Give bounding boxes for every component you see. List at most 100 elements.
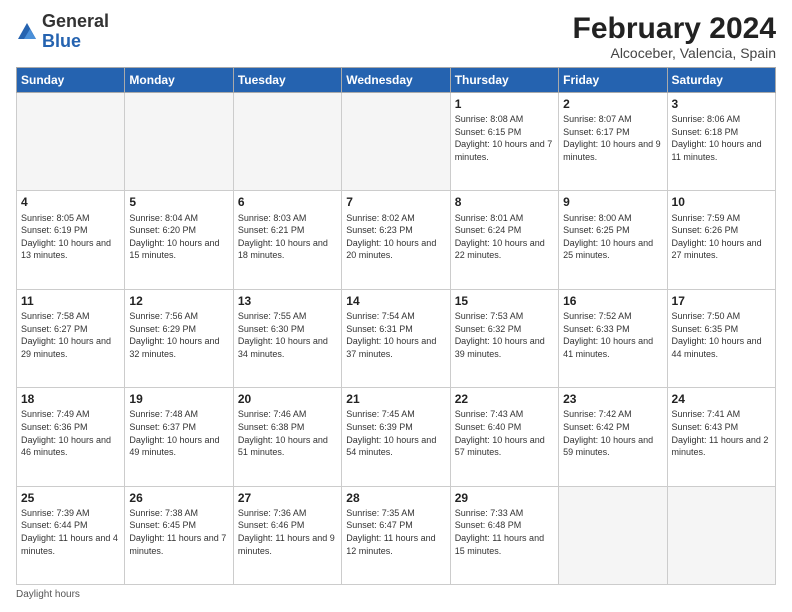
table-row: 3Sunrise: 8:06 AM Sunset: 6:18 PM Daylig… bbox=[667, 93, 775, 191]
calendar-page: General Blue February 2024 Alcoceber, Va… bbox=[0, 0, 792, 612]
day-number: 24 bbox=[672, 391, 771, 407]
col-wednesday: Wednesday bbox=[342, 68, 450, 93]
table-row bbox=[667, 486, 775, 584]
calendar-week-row: 18Sunrise: 7:49 AM Sunset: 6:36 PM Dayli… bbox=[17, 388, 776, 486]
day-number: 28 bbox=[346, 490, 445, 506]
col-saturday: Saturday bbox=[667, 68, 775, 93]
day-info: Sunrise: 7:54 AM Sunset: 6:31 PM Dayligh… bbox=[346, 310, 445, 360]
table-row: 4 Sunrise: 8:05 AM Sunset: 6:19 PM Daylig… bbox=[17, 191, 125, 289]
table-row: 17Sunrise: 7:50 AM Sunset: 6:35 PM Dayli… bbox=[667, 289, 775, 387]
day-info: Sunrise: 7:52 AM Sunset: 6:33 PM Dayligh… bbox=[563, 310, 662, 360]
table-row: 22Sunrise: 7:43 AM Sunset: 6:40 PM Dayli… bbox=[450, 388, 558, 486]
day-number: 10 bbox=[672, 194, 771, 210]
day-number: 14 bbox=[346, 293, 445, 309]
day-number: 26 bbox=[129, 490, 228, 506]
day-number: 22 bbox=[455, 391, 554, 407]
table-row: 12Sunrise: 7:56 AM Sunset: 6:29 PM Dayli… bbox=[125, 289, 233, 387]
table-row: 14Sunrise: 7:54 AM Sunset: 6:31 PM Dayli… bbox=[342, 289, 450, 387]
table-row: 20Sunrise: 7:46 AM Sunset: 6:38 PM Dayli… bbox=[233, 388, 341, 486]
day-info: Sunrise: 7:49 AM Sunset: 6:36 PM Dayligh… bbox=[21, 408, 120, 458]
day-number: 8 bbox=[455, 194, 554, 210]
day-number: 17 bbox=[672, 293, 771, 309]
day-number: 2 bbox=[563, 96, 662, 112]
table-row: 16Sunrise: 7:52 AM Sunset: 6:33 PM Dayli… bbox=[559, 289, 667, 387]
table-row: 26Sunrise: 7:38 AM Sunset: 6:45 PM Dayli… bbox=[125, 486, 233, 584]
calendar-header-row: Sunday Monday Tuesday Wednesday Thursday… bbox=[17, 68, 776, 93]
calendar-table: Sunday Monday Tuesday Wednesday Thursday… bbox=[16, 67, 776, 585]
day-info: Sunrise: 8:08 AM Sunset: 6:15 PM Dayligh… bbox=[455, 113, 554, 163]
day-info: Sunrise: 7:53 AM Sunset: 6:32 PM Dayligh… bbox=[455, 310, 554, 360]
day-number: 9 bbox=[563, 194, 662, 210]
day-number: 20 bbox=[238, 391, 337, 407]
logo-icon bbox=[16, 21, 38, 43]
col-sunday: Sunday bbox=[17, 68, 125, 93]
day-number: 21 bbox=[346, 391, 445, 407]
table-row: 25Sunrise: 7:39 AM Sunset: 6:44 PM Dayli… bbox=[17, 486, 125, 584]
calendar-week-row: 4 Sunrise: 8:05 AM Sunset: 6:19 PM Daylig… bbox=[17, 191, 776, 289]
logo-general: General bbox=[42, 11, 109, 31]
day-number: 6 bbox=[238, 194, 337, 210]
day-info: Sunrise: 7:56 AM Sunset: 6:29 PM Dayligh… bbox=[129, 310, 228, 360]
table-row: 11Sunrise: 7:58 AM Sunset: 6:27 PM Dayli… bbox=[17, 289, 125, 387]
day-number: 19 bbox=[129, 391, 228, 407]
table-row bbox=[342, 93, 450, 191]
logo-text: General Blue bbox=[42, 12, 109, 52]
day-info: Sunrise: 7:58 AM Sunset: 6:27 PM Dayligh… bbox=[21, 310, 120, 360]
day-info: Sunrise: 7:50 AM Sunset: 6:35 PM Dayligh… bbox=[672, 310, 771, 360]
logo-blue: Blue bbox=[42, 31, 81, 51]
table-row: 6 Sunrise: 8:03 AM Sunset: 6:21 PM Daylig… bbox=[233, 191, 341, 289]
day-number: 7 bbox=[346, 194, 445, 210]
day-number: 23 bbox=[563, 391, 662, 407]
day-number: 5 bbox=[129, 194, 228, 210]
day-info: Sunrise: 8:07 AM Sunset: 6:17 PM Dayligh… bbox=[563, 113, 662, 163]
day-number: 3 bbox=[672, 96, 771, 112]
day-info: Sunrise: 7:45 AM Sunset: 6:39 PM Dayligh… bbox=[346, 408, 445, 458]
table-row: 13Sunrise: 7:55 AM Sunset: 6:30 PM Dayli… bbox=[233, 289, 341, 387]
day-number: 13 bbox=[238, 293, 337, 309]
day-info: Sunrise: 7:33 AM Sunset: 6:48 PM Dayligh… bbox=[455, 507, 554, 557]
day-info: Sunrise: 8:03 AM Sunset: 6:21 PM Dayligh… bbox=[238, 212, 337, 262]
day-number: 25 bbox=[21, 490, 120, 506]
day-info: Sunrise: 8:02 AM Sunset: 6:23 PM Dayligh… bbox=[346, 212, 445, 262]
table-row: 29Sunrise: 7:33 AM Sunset: 6:48 PM Dayli… bbox=[450, 486, 558, 584]
day-info: Sunrise: 7:35 AM Sunset: 6:47 PM Dayligh… bbox=[346, 507, 445, 557]
footer: Daylight hours bbox=[16, 589, 776, 600]
day-info: Sunrise: 8:05 AM Sunset: 6:19 PM Dayligh… bbox=[21, 212, 120, 262]
table-row bbox=[17, 93, 125, 191]
day-info: Sunrise: 7:36 AM Sunset: 6:46 PM Dayligh… bbox=[238, 507, 337, 557]
month-title: February 2024 bbox=[573, 12, 776, 45]
day-info: Sunrise: 7:43 AM Sunset: 6:40 PM Dayligh… bbox=[455, 408, 554, 458]
table-row: 18Sunrise: 7:49 AM Sunset: 6:36 PM Dayli… bbox=[17, 388, 125, 486]
table-row: 15Sunrise: 7:53 AM Sunset: 6:32 PM Dayli… bbox=[450, 289, 558, 387]
table-row: 27Sunrise: 7:36 AM Sunset: 6:46 PM Dayli… bbox=[233, 486, 341, 584]
day-info: Sunrise: 7:59 AM Sunset: 6:26 PM Dayligh… bbox=[672, 212, 771, 262]
table-row: 10 Sunrise: 7:59 AM Sunset: 6:26 PM Dayli… bbox=[667, 191, 775, 289]
day-number: 1 bbox=[455, 96, 554, 112]
day-info: Sunrise: 7:41 AM Sunset: 6:43 PM Dayligh… bbox=[672, 408, 771, 458]
day-info: Sunrise: 8:06 AM Sunset: 6:18 PM Dayligh… bbox=[672, 113, 771, 163]
day-info: Sunrise: 7:55 AM Sunset: 6:30 PM Dayligh… bbox=[238, 310, 337, 360]
table-row: 28Sunrise: 7:35 AM Sunset: 6:47 PM Dayli… bbox=[342, 486, 450, 584]
table-row: 1Sunrise: 8:08 AM Sunset: 6:15 PM Daylig… bbox=[450, 93, 558, 191]
table-row: 2Sunrise: 8:07 AM Sunset: 6:17 PM Daylig… bbox=[559, 93, 667, 191]
calendar-week-row: 25Sunrise: 7:39 AM Sunset: 6:44 PM Dayli… bbox=[17, 486, 776, 584]
day-number: 12 bbox=[129, 293, 228, 309]
day-number: 27 bbox=[238, 490, 337, 506]
day-number: 4 bbox=[21, 194, 120, 210]
day-info: Sunrise: 8:04 AM Sunset: 6:20 PM Dayligh… bbox=[129, 212, 228, 262]
table-row: 7 Sunrise: 8:02 AM Sunset: 6:23 PM Daylig… bbox=[342, 191, 450, 289]
calendar-week-row: 11Sunrise: 7:58 AM Sunset: 6:27 PM Dayli… bbox=[17, 289, 776, 387]
table-row: 23Sunrise: 7:42 AM Sunset: 6:42 PM Dayli… bbox=[559, 388, 667, 486]
table-row bbox=[559, 486, 667, 584]
day-info: Sunrise: 7:39 AM Sunset: 6:44 PM Dayligh… bbox=[21, 507, 120, 557]
day-info: Sunrise: 8:00 AM Sunset: 6:25 PM Dayligh… bbox=[563, 212, 662, 262]
day-info: Sunrise: 8:01 AM Sunset: 6:24 PM Dayligh… bbox=[455, 212, 554, 262]
footer-label: Daylight hours bbox=[16, 589, 80, 600]
day-number: 29 bbox=[455, 490, 554, 506]
day-info: Sunrise: 7:48 AM Sunset: 6:37 PM Dayligh… bbox=[129, 408, 228, 458]
day-info: Sunrise: 7:42 AM Sunset: 6:42 PM Dayligh… bbox=[563, 408, 662, 458]
day-number: 16 bbox=[563, 293, 662, 309]
table-row: 5 Sunrise: 8:04 AM Sunset: 6:20 PM Daylig… bbox=[125, 191, 233, 289]
table-row: 9 Sunrise: 8:00 AM Sunset: 6:25 PM Daylig… bbox=[559, 191, 667, 289]
calendar-week-row: 1Sunrise: 8:08 AM Sunset: 6:15 PM Daylig… bbox=[17, 93, 776, 191]
